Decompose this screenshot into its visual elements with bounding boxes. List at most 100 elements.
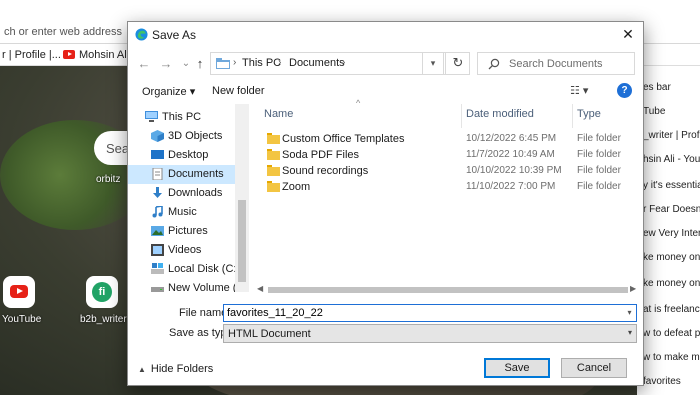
scroll-left-icon[interactable]: ◀ <box>257 284 263 293</box>
nav-label: Music <box>168 206 197 218</box>
panel-item[interactable]: w to defeat po <box>643 328 700 339</box>
drive-icon <box>151 263 164 274</box>
nav-item-documents[interactable]: Documents <box>128 165 235 184</box>
nav-item-local-disk-c[interactable]: Local Disk (C:) <box>128 260 240 279</box>
panel-item[interactable]: hsin Ali - You <box>643 154 700 165</box>
pictures-icon <box>151 226 164 236</box>
file-row[interactable]: Zoom 11/10/2022 7:00 PM File folder <box>254 179 639 195</box>
breadcrumb-documents[interactable]: Documents <box>289 57 345 69</box>
chevron-up-icon: ▲ <box>138 365 146 374</box>
navigation-scrollbar[interactable] <box>235 104 249 292</box>
nav-label: Local Disk (C:) <box>168 263 241 275</box>
file-type: File folder <box>577 181 621 192</box>
file-date: 10/12/2022 6:45 PM <box>466 133 557 144</box>
breadcrumb-separator[interactable]: › <box>342 57 345 68</box>
navigation-pane: This PC 3D Objects Desktop Documents Dow… <box>128 104 249 292</box>
scroll-right-icon[interactable]: ▶ <box>630 284 636 293</box>
nav-label: Downloads <box>168 187 223 199</box>
nav-item-this-pc[interactable]: This PC <box>128 108 235 127</box>
bookmark-profile[interactable]: r | Profile |... <box>2 49 61 61</box>
breadcrumb-separator[interactable]: › <box>278 57 281 68</box>
panel-item[interactable]: ew Very Intere <box>643 228 700 239</box>
file-name: Zoom <box>282 181 311 193</box>
file-name: Sound recordings <box>282 165 369 177</box>
column-divider[interactable] <box>572 104 573 128</box>
nav-item-videos[interactable]: Videos <box>128 241 235 260</box>
command-toolbar: Organize ▾ New folder ☷ ▾ ? <box>128 79 643 103</box>
dialog-title: Save As <box>152 28 197 42</box>
nav-label: Documents <box>168 168 224 180</box>
view-options-button[interactable]: ☷ ▾ <box>570 84 598 100</box>
nav-item-pictures[interactable]: Pictures <box>128 222 235 241</box>
file-date: 11/10/2022 7:00 PM <box>466 181 556 192</box>
edge-icon <box>135 28 148 41</box>
panel-item[interactable]: ke money onli <box>643 252 700 263</box>
column-header-type[interactable]: Type <box>577 108 601 120</box>
folder-icon <box>267 165 280 176</box>
refresh-button[interactable]: ↻ <box>445 52 470 75</box>
folder-icon <box>267 133 280 144</box>
panel-item[interactable]: es bar <box>643 82 671 93</box>
help-icon[interactable]: ? <box>617 83 632 98</box>
chevron-down-icon[interactable]: ▾ <box>623 305 636 321</box>
folder-icon <box>216 58 230 69</box>
save-as-dialog: Save As ✕ ← → ⌄ ↑ › This PC › Documents … <box>127 21 644 386</box>
b2b-writer-tile-icon[interactable] <box>86 276 118 308</box>
browser-side-panel: es bar Tube _writer | Profil hsin Ali - … <box>637 66 700 395</box>
file-row[interactable]: Custom Office Templates 10/12/2022 6:45 … <box>254 131 639 147</box>
file-name-input[interactable] <box>223 304 637 322</box>
panel-item[interactable]: w to make m <box>643 352 700 363</box>
nav-item-downloads[interactable]: Downloads <box>128 184 235 203</box>
breadcrumb-this-pc[interactable]: This PC <box>242 57 281 69</box>
sort-indicator-icon: ^ <box>356 98 361 108</box>
panel-item[interactable]: at is freelancin <box>643 304 700 315</box>
column-header-name[interactable]: Name <box>264 108 293 120</box>
nav-item-new-volume-e[interactable]: New Volume (E:) <box>128 279 249 292</box>
up-button[interactable]: ↑ <box>190 53 210 75</box>
folder-icon <box>267 149 280 160</box>
save-button[interactable]: Save <box>484 358 550 378</box>
file-row[interactable]: Soda PDF Files 11/7/2022 10:49 AM File f… <box>254 147 639 163</box>
save-as-type-select[interactable]: HTML Document ▾ <box>223 324 637 343</box>
panel-item[interactable]: r Fear Doesn't <box>643 204 700 215</box>
youtube-tile-icon[interactable] <box>3 276 35 308</box>
scrollbar-thumb[interactable] <box>238 200 246 282</box>
panel-item[interactable]: ke money onli <box>643 278 700 289</box>
youtube-icon <box>63 50 75 59</box>
nav-item-music[interactable]: Music <box>128 203 235 222</box>
panel-item[interactable]: y it's essential <box>643 180 700 191</box>
address-dropdown-button[interactable]: ▾ <box>422 52 444 75</box>
file-row[interactable]: Sound recordings 10/10/2022 10:39 PM Fil… <box>254 163 639 179</box>
videos-icon <box>151 244 164 256</box>
drive-icon <box>151 287 164 292</box>
search-icon <box>488 58 500 70</box>
column-divider[interactable] <box>461 104 462 128</box>
file-date: 10/10/2022 10:39 PM <box>466 165 562 176</box>
chevron-down-icon: ▾ <box>627 328 632 337</box>
nav-item-3d-objects[interactable]: 3D Objects <box>128 127 235 146</box>
nav-item-desktop[interactable]: Desktop <box>128 146 235 165</box>
panel-item[interactable]: _writer | Profil <box>643 130 700 141</box>
file-type: File folder <box>577 165 621 176</box>
search-input[interactable]: Search Documents <box>477 52 635 75</box>
url-placeholder[interactable]: ch or enter web address <box>4 26 122 38</box>
hide-folders-button[interactable]: ▲ Hide Folders <box>138 363 213 375</box>
shortcut-orbitz-label[interactable]: orbitz <box>96 174 120 185</box>
horizontal-scrollbar[interactable]: ◀ ▶ <box>254 284 639 296</box>
file-type: File folder <box>577 149 621 160</box>
organize-menu[interactable]: Organize ▾ <box>142 85 195 98</box>
file-date: 11/7/2022 10:49 AM <box>466 149 555 160</box>
scrollbar-thumb[interactable] <box>268 287 628 293</box>
dialog-titlebar[interactable]: Save As ✕ <box>128 22 643 47</box>
close-button[interactable]: ✕ <box>613 22 643 47</box>
panel-item[interactable]: Tube <box>643 106 665 117</box>
new-folder-button[interactable]: New folder <box>212 85 265 97</box>
b2b-writer-tile-label[interactable]: b2b_writer <box>80 314 127 325</box>
file-name: Custom Office Templates <box>282 133 405 145</box>
panel-item[interactable]: favorites <box>643 376 681 387</box>
cancel-button[interactable]: Cancel <box>561 358 627 378</box>
back-button[interactable]: ← <box>134 53 154 75</box>
forward-button[interactable]: → <box>156 53 176 75</box>
youtube-tile-label[interactable]: YouTube <box>2 314 41 325</box>
column-header-date-modified[interactable]: Date modified <box>466 108 534 120</box>
